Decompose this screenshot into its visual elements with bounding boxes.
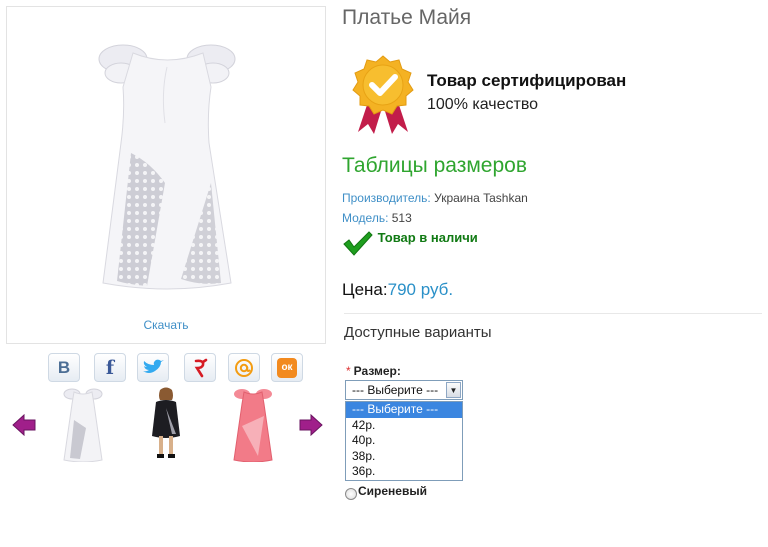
odnoklassniki-share-button[interactable]: ок <box>271 353 303 382</box>
certified-badge-icon <box>352 55 414 134</box>
odnoklassniki-label: ок <box>281 362 293 373</box>
in-stock-text: Товар в наличи <box>377 230 478 246</box>
size-option[interactable]: 38р. <box>346 449 462 465</box>
available-variants-title: Доступные варианты <box>344 324 492 341</box>
size-dropdown-list[interactable]: --- Выберите --- 42р. 40р. 38р. 36р. <box>345 401 463 481</box>
prev-arrow-icon[interactable] <box>12 414 36 436</box>
facebook-icon: f <box>105 356 115 379</box>
facebook-share-button[interactable]: f <box>94 353 126 382</box>
size-label: * Размер: <box>346 364 401 378</box>
main-product-image-box[interactable]: Скачать <box>6 6 326 344</box>
price-label: Цена: <box>342 280 388 299</box>
in-stock-status: Товар в наличи <box>342 230 478 256</box>
moikrug-share-button[interactable] <box>184 353 216 382</box>
divider <box>344 313 762 314</box>
twitter-share-button[interactable] <box>137 353 169 382</box>
size-option[interactable]: 40р. <box>346 433 462 449</box>
white-dress-image[interactable] <box>61 33 271 295</box>
certified-title: Товар сертифицирован <box>427 71 627 90</box>
certified-subtitle: 100% качество <box>427 96 539 113</box>
next-arrow-icon[interactable] <box>299 414 323 436</box>
price-row: Цена:790 руб. <box>342 280 453 300</box>
manufacturer-value: Украина Tashkan <box>434 191 528 205</box>
dropdown-arrow-icon[interactable]: ▼ <box>446 382 461 398</box>
thumbnail-white-dress[interactable] <box>58 386 108 462</box>
color-option-label[interactable]: Сиреневый <box>358 484 427 498</box>
vk-icon: В <box>57 357 71 377</box>
download-link[interactable]: Скачать <box>7 318 325 332</box>
mail-at-icon <box>235 358 253 377</box>
model-row: Модель: 513 <box>342 211 412 225</box>
vk-share-button[interactable]: В <box>48 353 80 382</box>
odnoklassniki-icon: ок <box>277 357 297 378</box>
thumbnail-pink-dress[interactable] <box>228 386 278 462</box>
size-label-text: Размер: <box>353 364 401 378</box>
color-radio[interactable] <box>345 488 357 500</box>
size-tables-link[interactable]: Таблицы размеров <box>342 154 527 178</box>
required-mark: * <box>346 364 351 378</box>
mailru-share-button[interactable] <box>228 353 260 382</box>
manufacturer-row: Производитель: Украина Tashkan <box>342 191 528 205</box>
price-value: 790 руб. <box>387 280 454 299</box>
manufacturer-label[interactable]: Производитель: <box>342 191 431 205</box>
thumbnail-black-dress[interactable] <box>142 386 190 462</box>
model-value: 513 <box>391 211 412 225</box>
ya-ru-icon <box>194 358 208 377</box>
size-option[interactable]: 42р. <box>346 418 462 434</box>
size-select[interactable]: --- Выберите --- ▼ <box>345 380 463 400</box>
product-title: Платье Майя <box>342 6 472 29</box>
size-option[interactable]: 36р. <box>346 464 462 480</box>
model-label: Модель: <box>342 211 389 225</box>
twitter-bird-icon <box>143 359 164 373</box>
green-check-icon <box>343 231 373 256</box>
size-option[interactable]: --- Выберите --- <box>346 402 462 418</box>
size-select-value: --- Выберите --- <box>352 383 439 397</box>
